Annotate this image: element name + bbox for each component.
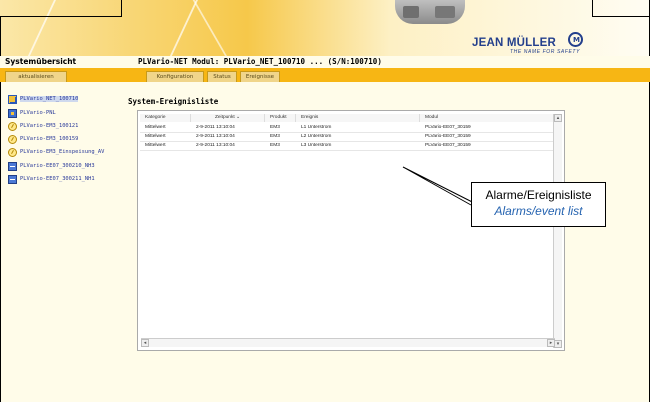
sidebar-item-label: PLVario-EM3_Einspeisung_AV xyxy=(20,149,105,155)
table-cell: PLVario-EE07_30159 xyxy=(425,125,471,130)
column-header-product[interactable]: Produkt xyxy=(265,114,296,122)
table-cell: EM3 xyxy=(270,125,280,130)
table-cell: Mittelwert xyxy=(145,134,166,139)
column-header-module[interactable]: Modul xyxy=(420,114,554,122)
sidebar-item-em3-100121[interactable]: PLVario-EM3_100121 xyxy=(8,121,78,131)
network-grid-icon xyxy=(8,94,17,104)
energy-meter-icon xyxy=(8,121,17,131)
page-title: System-Ereignisliste xyxy=(128,97,219,106)
logo-name: JEAN MÜLLER xyxy=(472,37,556,49)
scroll-up-icon[interactable]: ▴ xyxy=(554,114,562,122)
callout-english-text: Alarms/event list xyxy=(494,204,583,218)
table-header: Kategorie Zeitpunkt Produkt Ereignis Mod… xyxy=(140,114,554,122)
header-banner: JEAN MÜLLER THE NAME FOR SAFETY M xyxy=(0,0,650,57)
tab-configuration[interactable]: Konfiguration xyxy=(146,71,204,82)
logo-tagline: THE NAME FOR SAFETY xyxy=(510,49,581,55)
table-row[interactable]: Mittelwert 2-9-2011 13:10:04 EM3 L3 Unte… xyxy=(140,142,554,150)
module-title: PLVario-NET Modul: PLVario_NET_100710 ..… xyxy=(138,57,382,66)
table-cell: PLVario-EE07_30159 xyxy=(425,134,471,139)
sidebar-item-label: PLVario-EE07_300210_NH3 xyxy=(20,163,95,169)
table-row[interactable]: Mittelwert 2-9-2011 13:10:04 EM3 L1 Unte… xyxy=(140,124,554,132)
sidebar-item-ee07-300210[interactable]: PLVario-EE07_300210_NH3 xyxy=(8,161,95,171)
sidebar-item-em3-100159[interactable]: PLVario-EM3_100159 xyxy=(8,134,78,144)
table-cell: L2 Unterstrom xyxy=(301,134,332,139)
table-cell: EM3 xyxy=(270,143,280,148)
sidebar-item-label: PLVario_NET_100710 xyxy=(20,96,79,102)
banner-decoration xyxy=(186,0,236,56)
scroll-left-icon[interactable]: ◂ xyxy=(141,339,149,347)
frame-divider xyxy=(592,0,593,16)
column-header-event[interactable]: Ereignis xyxy=(296,114,420,122)
table-row[interactable]: Mittelwert 2-9-2011 13:10:04 EM3 L2 Unte… xyxy=(140,133,554,141)
switch-module-icon xyxy=(8,161,17,171)
table-cell: Mittelwert xyxy=(145,143,166,148)
tab-events[interactable]: Ereignisse xyxy=(240,71,280,82)
row-divider xyxy=(140,150,554,151)
frame-divider xyxy=(592,16,650,17)
panel-icon xyxy=(8,108,17,118)
switch-module-icon xyxy=(8,174,17,184)
sidebar-item-plvario-net[interactable]: PLVario_NET_100710 xyxy=(8,94,79,104)
sidebar-item-label: PLVario-PNL xyxy=(20,110,56,116)
event-table: Kategorie Zeitpunkt Produkt Ereignis Mod… xyxy=(137,110,565,351)
table-cell: L1 Unterstrom xyxy=(301,125,332,130)
table-cell: 2-9-2011 13:10:04 xyxy=(196,125,235,130)
table-cell: L3 Unterstrom xyxy=(301,143,332,148)
frame-divider xyxy=(0,16,122,17)
logo-emblem-icon: M xyxy=(568,32,583,47)
horizontal-scrollbar[interactable]: ◂ ▸ xyxy=(141,338,555,347)
device-image xyxy=(395,0,465,24)
banner-decoration xyxy=(21,0,203,56)
refresh-button[interactable]: aktualisieren xyxy=(5,71,67,82)
sidebar-item-ee07-300211[interactable]: PLVario-EE07_300211_NH1 xyxy=(8,174,95,184)
table-cell: Mittelwert xyxy=(145,125,166,130)
vertical-scrollbar[interactable]: ▴ ▾ xyxy=(553,114,562,348)
table-cell: 2-9-2011 13:10:04 xyxy=(196,134,235,139)
system-overview-title: Systemübersicht xyxy=(5,57,77,66)
sidebar-item-plvario-pnl[interactable]: PLVario-PNL xyxy=(8,108,56,118)
column-header-timestamp[interactable]: Zeitpunkt xyxy=(191,114,265,122)
callout-german-text: Alarme/Ereignisliste xyxy=(485,188,592,202)
table-cell: PLVario-EE07_30159 xyxy=(425,143,471,148)
scroll-down-icon[interactable]: ▾ xyxy=(554,340,562,348)
sidebar-item-em3-einspeisung[interactable]: PLVario-EM3_Einspeisung_AV xyxy=(8,147,104,157)
application-window: JEAN MÜLLER THE NAME FOR SAFETY M System… xyxy=(0,0,650,402)
table-cell: EM3 xyxy=(270,134,280,139)
toolbar xyxy=(0,68,650,82)
brand-logo: JEAN MÜLLER THE NAME FOR SAFETY M xyxy=(472,32,592,56)
energy-meter-icon xyxy=(8,134,17,144)
sidebar-item-label: PLVario-EM3_100121 xyxy=(20,123,79,129)
sidebar-item-label: PLVario-EE07_300211_NH1 xyxy=(20,176,95,182)
scroll-right-icon[interactable]: ▸ xyxy=(547,339,555,347)
callout-box: Alarme/Ereignisliste Alarms/event list xyxy=(471,182,606,227)
energy-meter-icon xyxy=(8,147,17,157)
tab-status[interactable]: Status xyxy=(207,71,237,82)
column-header-category[interactable]: Kategorie xyxy=(140,114,191,122)
frame-divider xyxy=(121,0,122,16)
table-cell: 2-9-2011 13:10:04 xyxy=(196,143,235,148)
sidebar-item-label: PLVario-EM3_100159 xyxy=(20,136,79,142)
